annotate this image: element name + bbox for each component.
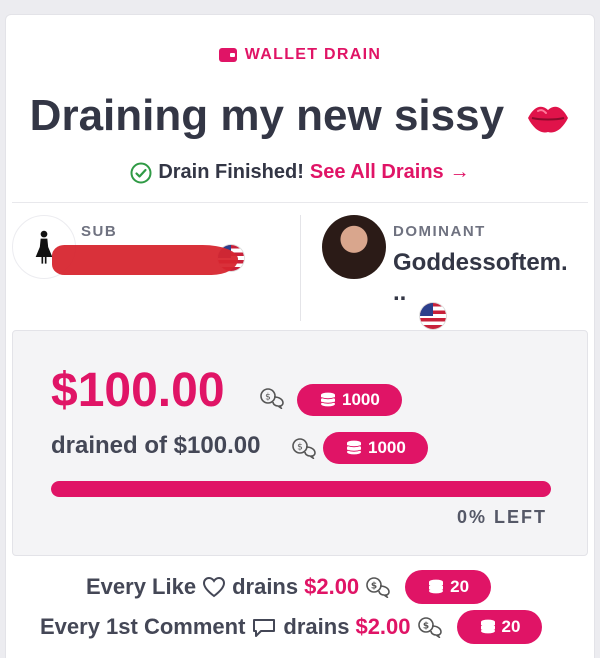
total-token-amount: 1000 — [368, 438, 406, 457]
token-amount: 1000 — [342, 390, 380, 409]
dominant-name[interactable]: Goddessoftem. — [393, 249, 583, 277]
page-title: Draining my new sissy — [6, 91, 594, 141]
rule-verb: drains — [232, 574, 299, 599]
total-token-badge: 1000 — [323, 432, 428, 464]
currency-chat-icon: $ — [292, 438, 316, 459]
drain-amount: $100.00 — [51, 364, 225, 417]
title-text: Draining my new sissy — [29, 91, 505, 140]
us-flag-icon — [420, 303, 446, 329]
rule-verb: drains — [283, 614, 350, 639]
sub-label: SUB — [81, 223, 118, 240]
check-circle-icon — [130, 162, 152, 183]
rule-prefix: Every 1st Comment — [40, 614, 246, 639]
currency-chat-icon: $ — [417, 617, 442, 638]
drain-status: Drain Finished! See All Drains → — [6, 161, 594, 184]
token-badge: 1000 — [297, 384, 402, 416]
dominant-label: DOMINANT — [393, 223, 486, 240]
svg-text:$: $ — [297, 443, 303, 453]
rule-price: $2.00 — [304, 574, 360, 599]
person-silhouette-icon — [35, 230, 53, 264]
rule-token-amount: 20 — [501, 617, 521, 636]
svg-text:$: $ — [265, 393, 271, 403]
see-all-drains-label: See All Drains — [309, 161, 444, 183]
arrow-right-icon: → — [449, 161, 470, 183]
percent-left: 0% LEFT — [456, 507, 547, 527]
column-divider — [300, 215, 301, 321]
lips-emoji — [528, 107, 569, 133]
drained-of-text: drained of $100.00 — [51, 432, 261, 459]
dominant-avatar[interactable] — [322, 215, 386, 279]
currency-chat-icon: $ — [366, 577, 390, 598]
rule-token-badge: 20 — [405, 570, 492, 604]
comment-icon — [253, 619, 276, 637]
svg-text:$: $ — [371, 582, 377, 592]
coins-icon — [320, 392, 336, 407]
kicker-label: WALLET DRAIN — [244, 46, 382, 63]
drain-rule-comment: Every 1st Comment drains $2.00 $ 20 — [0, 608, 600, 644]
see-all-drains-link[interactable]: See All Drains → — [310, 161, 470, 184]
currency-chat-icon: $ — [260, 388, 284, 409]
drain-progress-fill — [51, 481, 551, 497]
dominant-name-continued: .. — [393, 279, 407, 306]
wallet-icon — [218, 48, 237, 62]
kicker: WALLET DRAIN — [6, 46, 594, 64]
drain-summary: $100.00 $ 1000 drained of $100.00 $ 1000… — [12, 330, 588, 556]
rule-prefix: Every Like — [86, 574, 197, 599]
participants: SUB DOMINANT Goddessoftem. .. — [12, 203, 588, 329]
status-text: Drain Finished! — [158, 161, 304, 183]
coins-icon — [346, 440, 362, 455]
rule-token-badge: 20 — [456, 610, 543, 644]
redaction-mark — [52, 245, 238, 275]
heart-outline-icon — [203, 576, 226, 598]
drain-progress-bar — [51, 481, 551, 497]
coins-icon — [480, 619, 495, 634]
drain-rule-like: Every Like drains $2.00 $ 20 — [0, 568, 600, 604]
rule-token-amount: 20 — [450, 577, 470, 596]
rule-price: $2.00 — [355, 614, 411, 639]
svg-text:$: $ — [422, 622, 428, 632]
coins-icon — [429, 579, 444, 594]
